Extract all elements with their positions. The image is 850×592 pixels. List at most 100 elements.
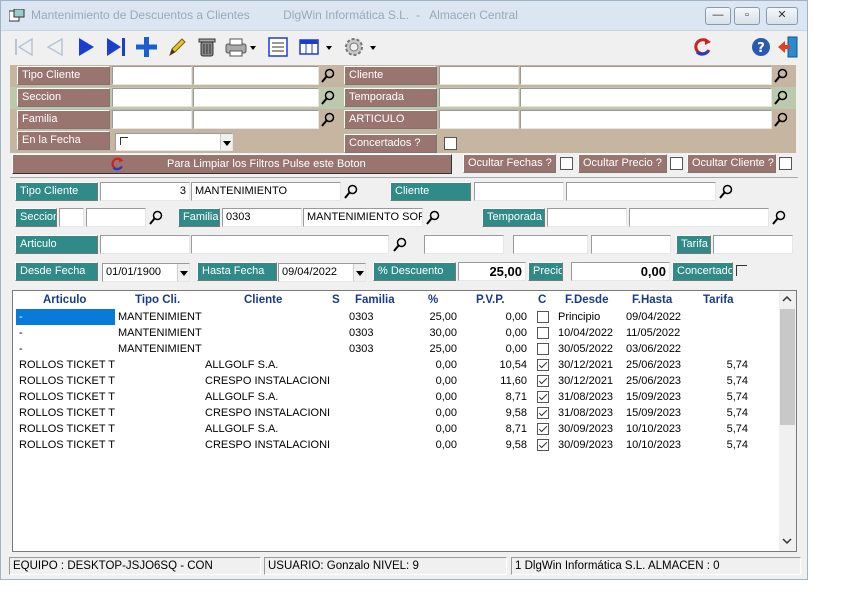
filter-temporada-code[interactable] (439, 88, 519, 107)
filter-seccion-name[interactable] (193, 88, 319, 107)
chevron-down-icon[interactable] (782, 537, 792, 545)
table-row[interactable]: ROLLOS TICKET TI ALLGOLF S.A. 0,00 8,71 30/0… (13, 421, 779, 437)
detail-articulo-name[interactable] (191, 235, 389, 254)
add-icon[interactable] (133, 35, 159, 59)
search-icon[interactable] (321, 90, 335, 106)
filter-cliente-name[interactable] (520, 66, 772, 85)
detail-cliente-name[interactable] (566, 182, 716, 201)
filter-cliente-code[interactable] (439, 66, 519, 85)
filter-seccion-code[interactable] (112, 88, 192, 107)
search-icon[interactable] (774, 112, 788, 128)
row-concertado-checkbox[interactable] (537, 407, 549, 419)
row-concertado-checkbox[interactable] (537, 359, 549, 371)
table-row[interactable]: ROLLOS TICKET TI ALLGOLF S.A. 0,00 8,71 31/0… (13, 389, 779, 405)
detail-hasta-fecha-input[interactable]: 09/04/2022 (278, 263, 366, 282)
grid-header-familia[interactable]: Familia (355, 294, 395, 306)
grid-header-desde[interactable]: F.Desde (565, 294, 608, 306)
search-icon[interactable] (344, 184, 358, 200)
exit-icon[interactable] (775, 35, 801, 59)
filter-articulo-name[interactable] (520, 110, 772, 129)
date-checkbox[interactable] (120, 137, 128, 145)
settings-icon[interactable] (341, 35, 381, 59)
search-icon[interactable] (393, 237, 407, 253)
prev-icon[interactable] (43, 35, 67, 59)
grid-icon[interactable] (297, 35, 337, 59)
filter-temporada-name[interactable] (520, 88, 772, 107)
table-row[interactable]: ROLLOS TICKET TI CRESPO INSTALACIONI 0,00 1… (13, 373, 779, 389)
scrollbar-thumb[interactable] (780, 309, 795, 425)
detail-temporada-code[interactable] (547, 208, 627, 227)
ocultar-cliente-checkbox[interactable] (779, 157, 792, 170)
clear-filters-button[interactable]: Para Limpiar los Filtros Pulse este Boto… (12, 154, 452, 174)
detail-tipo-cliente-name[interactable]: MANTENIMIENTO (191, 182, 341, 201)
detail-extra-field-3[interactable] (591, 235, 671, 254)
last-icon[interactable] (103, 35, 129, 59)
grid-header-cliente[interactable]: Cliente (244, 294, 282, 306)
chevron-down-icon[interactable] (177, 264, 189, 281)
row-concertado-checkbox[interactable] (537, 343, 549, 355)
detail-familia-name[interactable]: MANTENIMIENTO SOF (303, 208, 423, 227)
close-button[interactable]: ✕ (766, 7, 798, 25)
maximize-button[interactable]: ▫ (734, 7, 760, 25)
filter-en-la-fecha-input[interactable] (115, 133, 233, 151)
print-icon[interactable] (223, 35, 259, 59)
help-icon[interactable]: ? (749, 35, 773, 59)
refresh-icon[interactable] (689, 35, 715, 59)
grid-header-articulo[interactable]: Articulo (43, 294, 86, 306)
search-icon[interactable] (774, 68, 788, 84)
detail-seccion-name[interactable] (86, 208, 146, 227)
row-concertado-checkbox[interactable] (537, 391, 549, 403)
ocultar-precio-checkbox[interactable] (670, 157, 683, 170)
grid-header-c[interactable]: C (538, 294, 546, 306)
grid-header-tipo[interactable]: Tipo Cli. (135, 294, 180, 306)
filter-concertados-checkbox[interactable] (444, 137, 457, 150)
row-concertado-checkbox[interactable] (537, 439, 549, 451)
detail-descuento-input[interactable]: 25,00 (458, 262, 526, 281)
grid-header-hasta[interactable]: F.Hasta (632, 294, 672, 306)
row-concertado-checkbox[interactable] (537, 375, 549, 387)
search-icon[interactable] (321, 68, 335, 84)
row-concertado-checkbox[interactable] (537, 327, 549, 339)
delete-icon[interactable] (195, 35, 219, 59)
filter-tipo-cliente-name[interactable] (193, 66, 319, 85)
edit-icon[interactable] (165, 35, 189, 59)
filter-familia-name[interactable] (193, 110, 319, 129)
first-icon[interactable] (11, 35, 37, 59)
grid-header-pct[interactable]: % (428, 294, 438, 306)
detail-extra-field-2[interactable] (513, 235, 588, 254)
detail-concertado-checkbox[interactable] (736, 265, 747, 276)
search-icon[interactable] (149, 210, 163, 226)
detail-familia-code[interactable]: 0303 (222, 208, 302, 227)
table-row[interactable]: - MANTENIMIENT 0303 25,00 0,00 30/05/2022 03/0… (13, 341, 779, 357)
chevron-down-icon[interactable] (353, 264, 365, 281)
table-row[interactable]: ROLLOS TICKET TI CRESPO INSTALACIONI 0,00 9… (13, 437, 779, 453)
detail-articulo-code[interactable] (100, 235, 190, 254)
search-icon[interactable] (772, 210, 786, 226)
table-row[interactable]: - MANTENIMIENT 0303 30,00 0,00 10/04/2022 11/0… (13, 325, 779, 341)
search-icon[interactable] (774, 90, 788, 106)
grid-header-tarifa[interactable]: Tarifa (703, 294, 733, 306)
filter-articulo-code[interactable] (439, 110, 519, 129)
detail-temporada-name[interactable] (629, 208, 769, 227)
grid-header-s[interactable]: S (332, 294, 340, 306)
minimize-button[interactable]: — (705, 7, 731, 25)
chevron-up-icon[interactable] (782, 295, 792, 303)
detail-seccion-code[interactable] (59, 208, 84, 227)
chevron-down-icon[interactable] (220, 134, 232, 150)
search-icon[interactable] (321, 112, 335, 128)
table-row[interactable]: - MANTENIMIENT 0303 25,00 0,00 Principio 09/04… (13, 309, 779, 325)
filter-tipo-cliente-code[interactable] (112, 66, 192, 85)
search-icon[interactable] (426, 210, 440, 226)
table-row[interactable]: ROLLOS TICKET TI CRESPO INSTALACIONI 0,00 9… (13, 405, 779, 421)
export-icon[interactable] (265, 35, 291, 59)
detail-desde-fecha-input[interactable]: 01/01/1900 (102, 263, 190, 282)
row-concertado-checkbox[interactable] (537, 311, 549, 323)
ocultar-fechas-checkbox[interactable] (560, 157, 573, 170)
row-concertado-checkbox[interactable] (537, 423, 549, 435)
vertical-scrollbar[interactable] (779, 291, 796, 551)
detail-precio-input[interactable]: 0,00 (571, 262, 670, 281)
detail-extra-field-1[interactable] (424, 235, 504, 254)
grid-header-pvp[interactable]: P.V.P. (476, 294, 505, 306)
table-row[interactable]: ROLLOS TICKET TI ALLGOLF S.A. 0,00 10,54 30/… (13, 357, 779, 373)
next-icon[interactable] (73, 35, 99, 59)
